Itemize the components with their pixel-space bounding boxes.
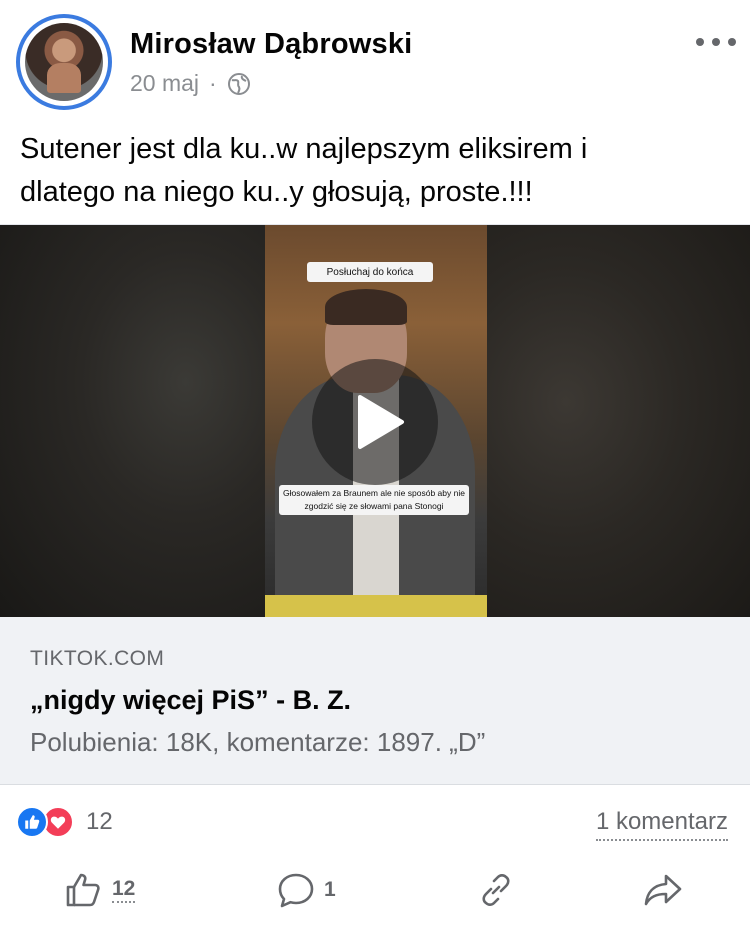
thumbs-up-icon [66,873,100,907]
dot-icon [728,38,736,46]
link-description: Polubienia: 18K, komentarze: 1897. „D” [30,727,486,757]
link-preview[interactable]: TIKTOK.COM „nigdy więcej PiS” - B. Z. Po… [0,617,750,785]
like-reaction-icon [16,806,48,838]
share-button[interactable] [642,870,684,910]
play-button[interactable] [312,359,438,485]
author-name[interactable]: Mirosław Dąbrowski [130,28,412,61]
avatar-image [25,23,103,101]
more-options-button[interactable] [696,32,736,52]
dot-icon [712,38,720,46]
link-icon [482,874,510,906]
blurred-background-left [0,225,265,617]
link-domain: TIKTOK.COM [30,647,165,670]
comments-count-link[interactable]: 1 komentarz [595,808,728,841]
post-text-line: dlatego na niego ku..y głosują, proste.!… [20,176,533,208]
comment-action-count: 1 [324,878,336,901]
table [265,595,487,617]
post-text: Sutener jest dla ku..w najlepszym eliksi… [20,128,720,214]
blurred-background-right [487,225,750,617]
globe-icon [227,72,250,95]
post-meta: 20 maj · [130,70,251,97]
reactions-count: 12 [86,808,113,835]
copy-link-button[interactable] [476,870,516,910]
play-icon [358,395,404,449]
meta-separator: · [209,70,217,96]
video-caption-top: Posłuchaj do końca [307,262,433,282]
post-text-line: Sutener jest dla ku..w najlepszym eliksi… [20,133,588,165]
video-thumbnail[interactable]: Posłuchaj do końca Głosowałem za Braunem… [0,224,750,617]
reactions-summary[interactable]: 12 [16,806,113,838]
video-caption-bottom: Głosowałem za Braunem ale nie sposób aby… [279,485,469,515]
person-hair [325,289,407,325]
comment-bubble-icon [278,873,314,908]
like-button[interactable]: 12 [64,870,136,910]
post-date[interactable]: 20 maj [130,70,199,97]
dot-icon [696,38,704,46]
like-count: 12 [112,877,136,903]
share-arrow-icon [644,874,682,906]
post-header: Mirosław Dąbrowski 20 maj · [0,0,750,120]
link-title: „nigdy więcej PiS” - B. Z. [30,685,352,715]
action-bar: 12 1 [0,860,750,920]
comment-button[interactable]: 1 [276,870,336,910]
avatar[interactable] [16,14,112,110]
